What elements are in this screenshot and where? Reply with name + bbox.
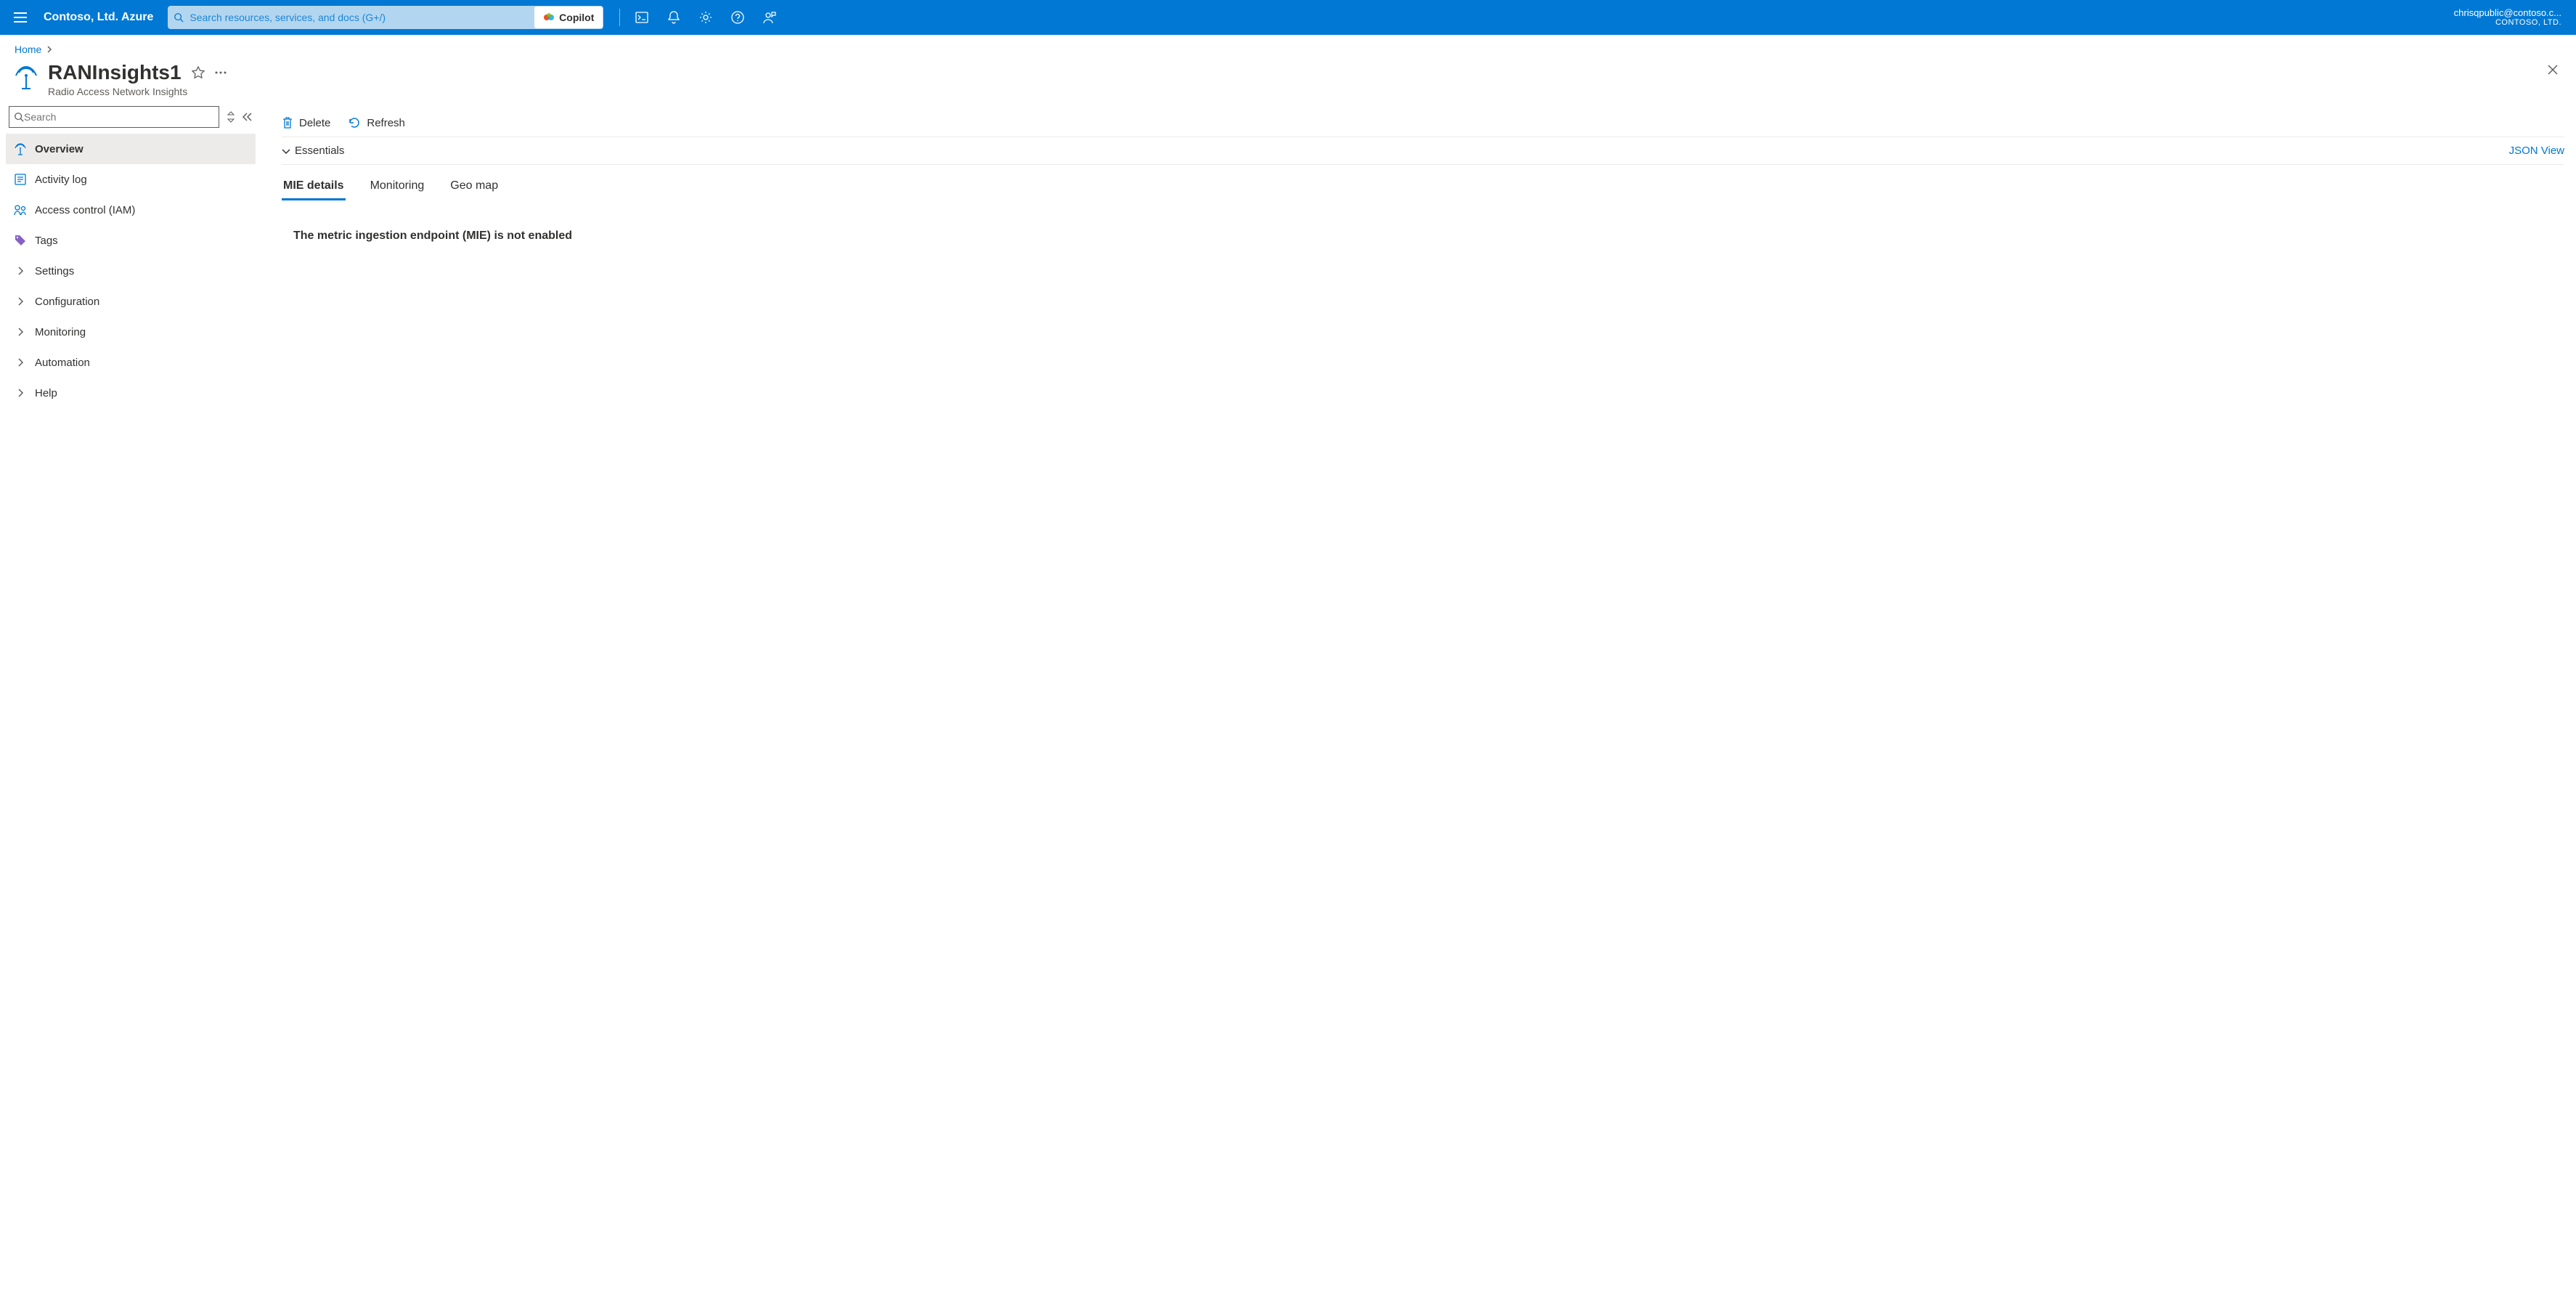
brand-label[interactable]: Contoso, Ltd. Azure (35, 11, 162, 24)
resource-menu-sidebar: Overview Activity log Access control (IA… (0, 106, 261, 423)
sidebar-item-overview[interactable]: Overview (6, 134, 256, 164)
sidebar-item-tags[interactable]: Tags (6, 225, 256, 256)
bell-icon (668, 11, 680, 24)
chevron-right-icon (13, 267, 28, 275)
cloud-shell-button[interactable] (627, 3, 656, 32)
feedback-button[interactable] (755, 3, 784, 32)
delete-label: Delete (299, 117, 330, 129)
chevron-double-left-icon (242, 113, 253, 121)
hamburger-menu-button[interactable] (6, 3, 35, 32)
sidebar-item-label: Overview (35, 143, 83, 155)
breadcrumb: Home (0, 35, 2576, 58)
sidebar-search[interactable] (9, 106, 219, 128)
close-icon (2547, 64, 2559, 76)
sidebar-item-label: Tags (35, 235, 58, 247)
menu-icon (14, 12, 27, 23)
mie-status-message: The metric ingestion endpoint (MIE) is n… (293, 230, 2553, 243)
chevron-right-icon (13, 389, 28, 397)
refresh-button[interactable]: Refresh (348, 116, 405, 129)
tab-content-mie: The metric ingestion endpoint (MIE) is n… (282, 200, 2564, 272)
chevron-right-icon (46, 46, 53, 53)
sidebar-item-label: Settings (35, 265, 74, 277)
top-icon-row (615, 3, 784, 32)
copilot-icon (543, 12, 555, 23)
antenna-icon (13, 142, 28, 155)
cloud-shell-icon (635, 12, 648, 23)
sidebar-item-automation[interactable]: Automation (6, 347, 256, 378)
command-bar: Delete Refresh (282, 106, 2564, 137)
expand-collapse-button[interactable] (227, 111, 235, 123)
sidebar-item-label: Activity log (35, 174, 87, 186)
chevron-right-icon (13, 358, 28, 367)
essentials-label: Essentials (295, 145, 344, 157)
copilot-label: Copilot (559, 12, 594, 23)
refresh-label: Refresh (367, 117, 405, 129)
account-email: chrisqpublic@contoso.c... (2454, 7, 2561, 19)
essentials-section: Essentials JSON View (282, 137, 2564, 165)
sidebar-item-label: Automation (35, 357, 90, 369)
help-button[interactable] (723, 3, 752, 32)
sort-icon (227, 111, 235, 123)
trash-icon (282, 116, 293, 129)
account-tenant: CONTOSO, LTD. (2454, 18, 2561, 28)
tab-mie-details[interactable]: MIE details (282, 174, 346, 200)
divider (619, 9, 620, 26)
refresh-icon (348, 116, 361, 129)
top-bar: Contoso, Ltd. Azure Copilot chrisqpublic… (0, 0, 2576, 35)
access-control-icon (13, 204, 28, 216)
more-actions-button[interactable] (215, 71, 227, 74)
chevron-down-icon (282, 147, 290, 155)
resource-type-label: Radio Access Network Insights (48, 86, 227, 97)
sidebar-item-settings[interactable]: Settings (6, 256, 256, 286)
favorite-button[interactable] (192, 66, 205, 79)
sidebar-item-configuration[interactable]: Configuration (6, 286, 256, 317)
tab-bar: MIE details Monitoring Geo map (282, 174, 2564, 200)
global-search-input[interactable] (189, 12, 534, 23)
main-panel: Delete Refresh Essentials JSON View MIE … (261, 106, 2576, 423)
page-title: RANInsights1 (48, 61, 182, 84)
copilot-button[interactable]: Copilot (534, 7, 603, 28)
resource-type-icon (15, 64, 38, 90)
content-area: Overview Activity log Access control (IA… (0, 106, 2576, 423)
chevron-right-icon (13, 297, 28, 306)
essentials-toggle[interactable]: Essentials (282, 145, 344, 157)
search-icon (168, 12, 189, 23)
account-menu[interactable]: chrisqpublic@contoso.c... CONTOSO, LTD. (2445, 7, 2570, 28)
global-search[interactable]: Copilot (168, 6, 603, 29)
chevron-right-icon (13, 328, 28, 336)
help-icon (731, 11, 744, 24)
tab-geo-map[interactable]: Geo map (449, 174, 500, 200)
sidebar-item-label: Monitoring (35, 326, 86, 338)
more-icon (215, 71, 227, 74)
delete-button[interactable]: Delete (282, 116, 330, 129)
gear-icon (699, 11, 712, 24)
settings-button[interactable] (691, 3, 720, 32)
sidebar-item-activity-log[interactable]: Activity log (6, 164, 256, 195)
resource-header: RANInsights1 Radio Access Network Insigh… (0, 58, 2576, 106)
star-icon (192, 66, 205, 79)
sidebar-item-help[interactable]: Help (6, 378, 256, 408)
close-blade-button[interactable] (2544, 61, 2561, 78)
sidebar-item-label: Configuration (35, 296, 99, 308)
tab-monitoring[interactable]: Monitoring (369, 174, 426, 200)
sidebar-search-input[interactable] (24, 111, 214, 123)
sidebar-item-label: Access control (IAM) (35, 204, 135, 216)
breadcrumb-home-link[interactable]: Home (15, 44, 41, 55)
tag-icon (13, 235, 28, 246)
activity-log-icon (13, 174, 28, 185)
notifications-button[interactable] (659, 3, 688, 32)
sidebar-item-label: Help (35, 387, 57, 399)
sidebar-nav: Overview Activity log Access control (IA… (6, 134, 256, 408)
json-view-link[interactable]: JSON View (2509, 145, 2564, 157)
sidebar-item-access-control[interactable]: Access control (IAM) (6, 195, 256, 225)
person-feedback-icon (763, 11, 776, 24)
sidebar-item-monitoring[interactable]: Monitoring (6, 317, 256, 347)
collapse-sidebar-button[interactable] (242, 113, 253, 121)
search-icon (14, 112, 24, 122)
